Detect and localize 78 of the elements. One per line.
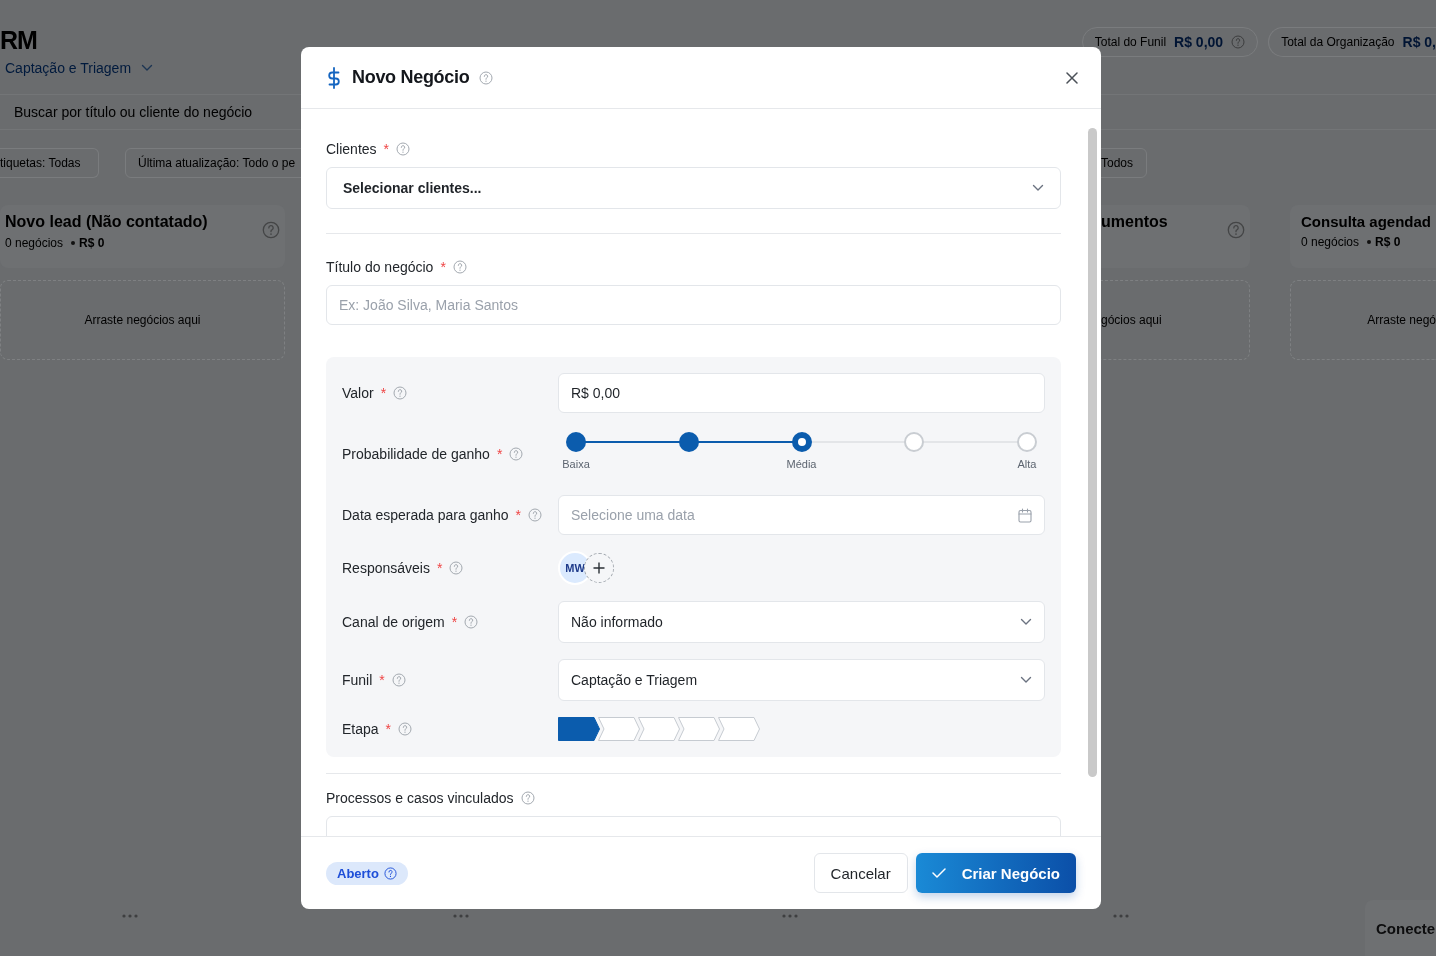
more-dots-icon (122, 914, 138, 918)
column-header: Novo lead (Não contatado) 0 negócios R$ 0 (0, 205, 285, 268)
required-mark: * (379, 672, 385, 688)
help-icon (520, 791, 535, 805)
help-icon (1227, 221, 1245, 239)
help-icon (262, 221, 280, 239)
field-label: Funil (342, 672, 373, 688)
dollar-icon (326, 66, 342, 89)
more-dots-icon (1113, 914, 1129, 918)
slider-step[interactable] (566, 432, 586, 452)
plus-icon (593, 562, 605, 574)
field-label: Etapa (342, 721, 379, 737)
dialog-title: Novo Negócio (352, 67, 470, 88)
scale-label: Média (785, 458, 818, 470)
bullet-icon (71, 241, 76, 245)
help-icon (396, 142, 411, 156)
field-label: Valor (342, 385, 374, 401)
more-dots-icon (782, 914, 798, 918)
help-icon (509, 447, 524, 461)
scale-label: Alta (1016, 458, 1038, 470)
slider-step[interactable] (1017, 432, 1037, 452)
drop-zone: Arraste negócios aqui (0, 280, 285, 360)
status-badge: Aberto (326, 861, 408, 885)
required-mark: * (440, 259, 446, 275)
chevron-down-icon (1020, 618, 1032, 626)
help-icon (391, 673, 406, 687)
field-label: Probabilidade de ganho (342, 446, 490, 462)
dropdown[interactable]: Não informado (558, 601, 1045, 643)
check-icon (931, 868, 946, 878)
filter-chip[interactable]: tiquetas: Todas (0, 148, 99, 178)
dropdown[interactable]: Captação e Triagem (558, 659, 1045, 701)
required-mark: * (385, 721, 392, 737)
help-icon (528, 508, 543, 522)
slider-step[interactable] (904, 432, 925, 452)
add-responsible-button[interactable] (584, 553, 614, 583)
field-label: Data esperada para ganho (342, 507, 509, 523)
scrollbar-thumb[interactable] (1088, 128, 1097, 777)
required-mark: * (496, 446, 503, 462)
required-mark: * (380, 385, 387, 401)
required-mark: * (451, 614, 458, 630)
help-icon (393, 386, 408, 400)
chevron-down-icon (1020, 676, 1032, 684)
funnel-selector[interactable]: Captação e Triagem (5, 60, 154, 76)
help-icon (452, 260, 467, 274)
help-icon (464, 615, 479, 629)
cancel-button[interactable]: Cancelar (813, 853, 908, 893)
probability-slider[interactable] (566, 432, 1037, 452)
drop-zone: Arraste negó (1290, 280, 1436, 360)
chevron-down-icon (141, 64, 154, 72)
chevron-down-icon (1032, 184, 1044, 192)
field-label: Responsáveis (342, 560, 430, 576)
field-label: Título do negócio (326, 259, 434, 275)
required-mark: * (515, 507, 522, 523)
help-icon (398, 722, 413, 736)
calendar-icon (1018, 507, 1032, 523)
stage-step[interactable] (558, 717, 600, 741)
field-label: Processos e casos vinculados (326, 790, 514, 806)
field-label: Canal de origem (342, 614, 445, 630)
column-card: Conecte (1365, 900, 1436, 956)
close-icon (1066, 71, 1078, 84)
column-header: Consulta agendad 0 negócios R$ 0 (1290, 205, 1436, 268)
required-mark: * (436, 560, 443, 576)
close-button[interactable] (1064, 69, 1080, 86)
bullet-icon (1367, 240, 1372, 244)
column-header: umentos (1100, 205, 1250, 268)
create-button[interactable]: Criar Negócio (915, 853, 1076, 893)
help-icon (383, 866, 397, 880)
field-label: Clientes (326, 141, 377, 157)
slider-thumb[interactable] (791, 432, 812, 452)
scale-label: Baixa (561, 458, 591, 470)
slider-step[interactable] (678, 432, 699, 452)
more-dots-icon (453, 914, 469, 918)
help-icon (449, 561, 464, 575)
help-icon (479, 70, 494, 85)
clients-select[interactable]: Selecionar clientes... (326, 167, 1061, 209)
app-title: RM (0, 27, 37, 53)
required-mark: * (383, 141, 390, 157)
value-input[interactable]: R$ 0,00 (558, 373, 1045, 413)
